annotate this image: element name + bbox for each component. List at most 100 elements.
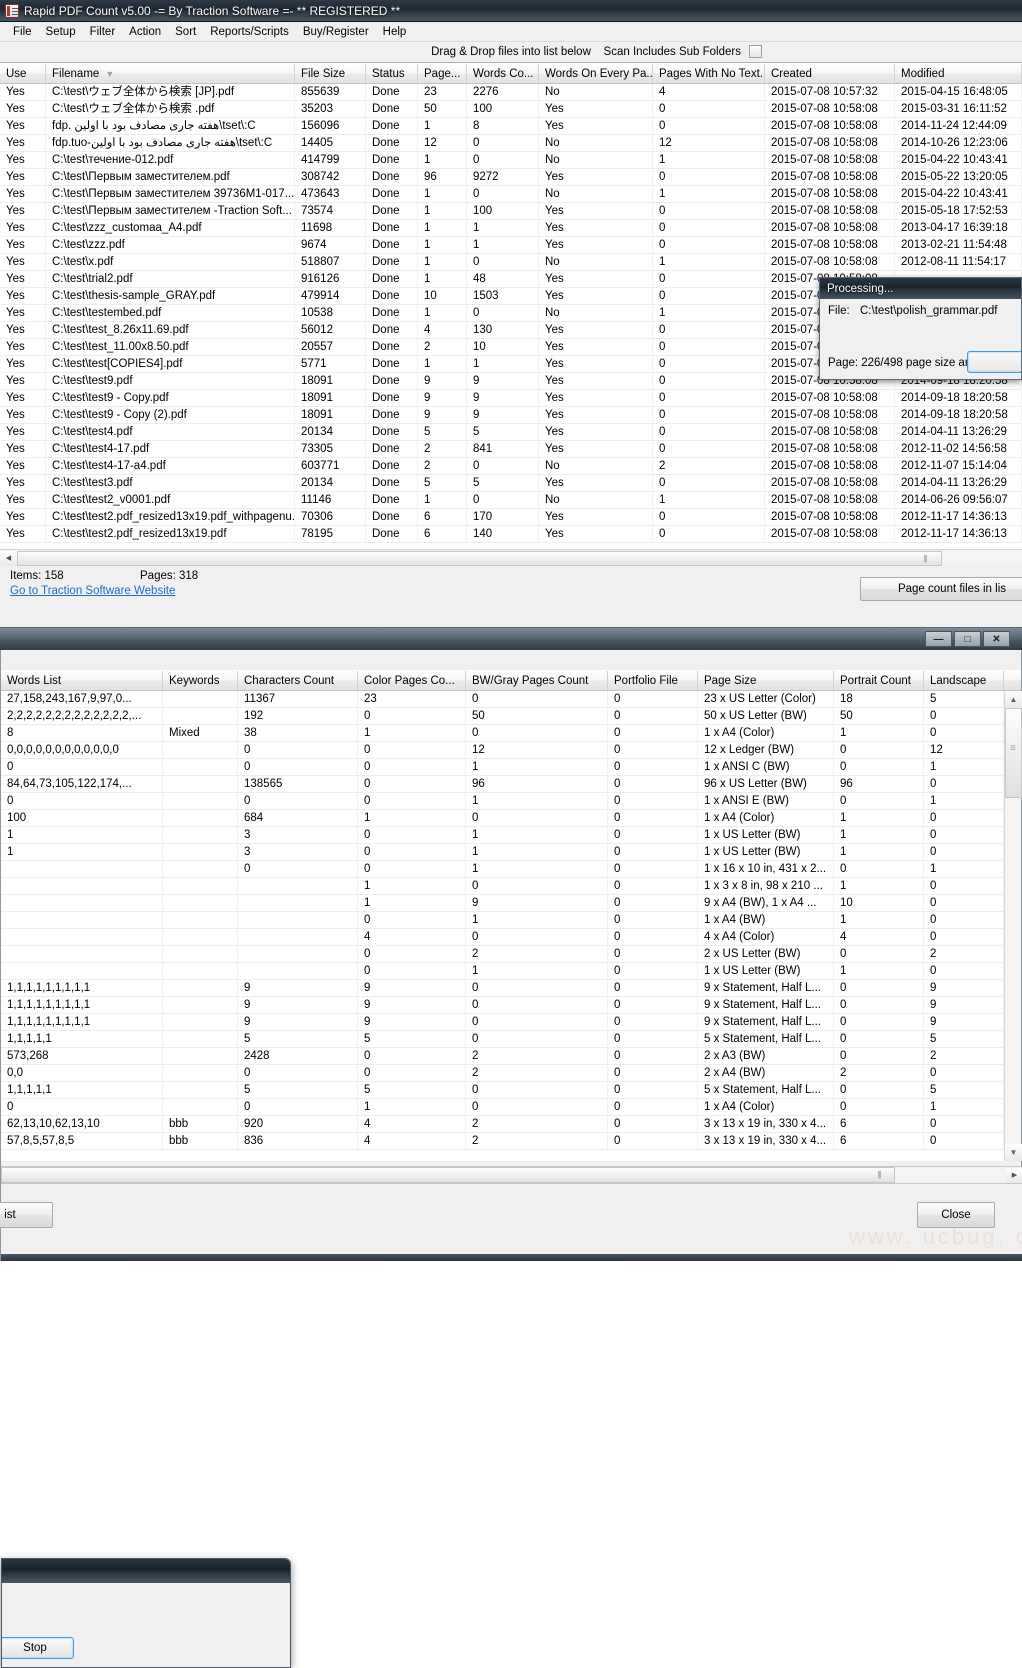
column-header-modified[interactable]: Modified [895, 64, 1022, 83]
minimize-button[interactable]: — [925, 631, 952, 647]
details-table-vscrollbar[interactable]: ▲ ▼ [1004, 691, 1021, 1161]
stop-button[interactable]: Stop [1, 1637, 74, 1659]
table-row[interactable]: 57,8,5,57,8,5bbb8364203 x 13 x 19 in, 33… [1, 1133, 1021, 1150]
table-row[interactable]: 001001 x A4 (Color)01 [1, 1099, 1021, 1116]
menu-setup[interactable]: Setup [39, 24, 83, 40]
table-row[interactable]: 1,1,1,1,1,1,1,1,199009 x Statement, Half… [1, 980, 1021, 997]
table-row[interactable]: 1,1,1,1,155005 x Statement, Half L...05 [1, 1031, 1021, 1048]
column-header-file-size[interactable]: File Size [295, 64, 366, 83]
menu-file[interactable]: File [6, 24, 39, 40]
table-row[interactable]: YesC:\test\ウェブ全体から検索 .pdf35203Done50100Y… [0, 101, 1022, 118]
details-table-hscrollbar[interactable]: ▶ [1, 1166, 1022, 1184]
table-row[interactable]: YesC:\test\x.pdf518807Done10No12015-07-0… [0, 254, 1022, 271]
table-row[interactable]: 4004 x A4 (Color)40 [1, 929, 1021, 946]
table-row[interactable]: 0,000202 x A4 (BW)20 [1, 1065, 1021, 1082]
table-row[interactable]: 8Mixed381001 x A4 (Color)10 [1, 725, 1021, 742]
maximize-button[interactable]: □ [954, 631, 981, 647]
table-row[interactable]: YesC:\test\ウェブ全体から検索 [JP].pdf855639Done2… [0, 84, 1022, 101]
window1-titlebar[interactable]: Rapid PDF Count v5.00 -= By Traction Sof… [0, 0, 1022, 22]
table-row[interactable]: 84,64,73,105,122,174,...138565096096 x U… [1, 776, 1021, 793]
table-row[interactable]: 573,26824280202 x A3 (BW)02 [1, 1048, 1021, 1065]
table-row[interactable]: 1001 x 3 x 8 in, 98 x 210 ...10 [1, 878, 1021, 895]
vscroll-down-arrow-icon[interactable]: ▼ [1005, 1144, 1022, 1161]
column-header-words-count[interactable]: Words Co... [467, 64, 539, 83]
vscroll-up-arrow-icon[interactable]: ▲ [1005, 691, 1022, 708]
table-row[interactable]: YesC:\test\test2.pdf_resized13x19.pdf781… [0, 526, 1022, 543]
table-row[interactable]: 1006841001 x A4 (Color)10 [1, 810, 1021, 827]
table-row[interactable]: 1,1,1,1,155005 x Statement, Half L...05 [1, 1082, 1021, 1099]
stop-dialog-titlebar[interactable] [2, 1559, 290, 1583]
table-row[interactable]: 0,0,0,0,0,0,0,0,0,0,0,00012012 x Ledger … [1, 742, 1021, 759]
table-row[interactable]: YesC:\test\Первым заместителем.pdf308742… [0, 169, 1022, 186]
vscroll-thumb[interactable] [1005, 708, 1022, 798]
column-header-portfolio-file[interactable]: Portfolio File [608, 671, 698, 690]
details-hscroll-thumb[interactable] [1, 1167, 895, 1183]
column-header-bw-gray-pages-count[interactable]: BW/Gray Pages Count [466, 671, 608, 690]
table-cell-port: 0 [608, 861, 698, 877]
column-header-words-on-every-page[interactable]: Words On Every Pa... [539, 64, 653, 83]
table-row[interactable]: 1,1,1,1,1,1,1,1,199009 x Statement, Half… [1, 997, 1021, 1014]
table-cell-use: Yes [0, 135, 46, 151]
table-row[interactable]: YesC:\test\test9 - Copy.pdf18091Done99Ye… [0, 390, 1022, 407]
table-row[interactable]: 62,13,10,62,13,10bbb9204203 x 13 x 19 in… [1, 1116, 1021, 1133]
table-row[interactable]: YesC:\test\test9 - Copy (2).pdf18091Done… [0, 407, 1022, 424]
table-row[interactable]: 1909 x A4 (BW), 1 x A4 ...100 [1, 895, 1021, 912]
column-header-page-size[interactable]: Page Size [698, 671, 834, 690]
hscroll-thumb[interactable] [17, 551, 942, 566]
column-header-pages[interactable]: Page... [418, 64, 467, 83]
list-button[interactable]: ist [0, 1202, 53, 1228]
hscroll-left-arrow-icon[interactable]: ◀ [0, 551, 17, 566]
table-row[interactable]: 27,158,243,167,9,97,0...11367230023 x US… [1, 691, 1021, 708]
table-row[interactable]: 00101 x 16 x 10 in, 431 x 2...01 [1, 861, 1021, 878]
column-header-words-list[interactable]: Words List [1, 671, 163, 690]
column-header-filename[interactable]: Filename▼ [46, 64, 295, 83]
table-row[interactable]: YesC:\test\test4-17.pdf73305Done2841Yes0… [0, 441, 1022, 458]
table-row[interactable]: YesC:\test\test2_v0001.pdf11146Done10No1… [0, 492, 1022, 509]
file-table-hscrollbar[interactable]: ◀ [0, 549, 1022, 566]
menu-sort[interactable]: Sort [168, 24, 203, 40]
table-row[interactable]: 2,2,2,2,2,2,2,2,2,2,2,2,2,...192050050 x… [1, 708, 1021, 725]
column-header-pages-with-no-text[interactable]: Pages With No Text... [653, 64, 765, 83]
table-row[interactable]: 000101 x ANSI C (BW)01 [1, 759, 1021, 776]
table-row[interactable]: 130101 x US Letter (BW)10 [1, 827, 1021, 844]
menu-action[interactable]: Action [122, 24, 168, 40]
scan-subfolders-checkbox[interactable] [749, 45, 762, 58]
menu-filter[interactable]: Filter [83, 24, 123, 40]
table-row[interactable]: YesC:\test\zzz_customaa_A4.pdf11698Done1… [0, 220, 1022, 237]
table-row[interactable]: YesC:\test\test3.pdf20134Done55Yes02015-… [0, 475, 1022, 492]
page-count-button[interactable]: Page count files in lis [860, 577, 1022, 601]
table-row[interactable]: 1,1,1,1,1,1,1,1,199009 x Statement, Half… [1, 1014, 1021, 1031]
menu-reports-scripts[interactable]: Reports/Scripts [203, 24, 296, 40]
table-row[interactable]: YesC:\test\Первым заместителем -Traction… [0, 203, 1022, 220]
table-row[interactable]: YesC:\test\هفته جاری مصادف بود با اولین-… [0, 135, 1022, 152]
column-header-portrait-count[interactable]: Portrait Count [834, 671, 924, 690]
details-hscroll-right-arrow-icon[interactable]: ▶ [1006, 1168, 1022, 1183]
table-row[interactable]: YesC:\test\test2.pdf_resized13x19.pdf_wi… [0, 509, 1022, 526]
column-header-characters-count[interactable]: Characters Count [238, 671, 358, 690]
close-window-button[interactable]: ✕ [983, 631, 1010, 647]
details-hscroll-track[interactable] [1, 1167, 1006, 1183]
hscroll-track[interactable] [17, 551, 1022, 566]
close-button[interactable]: Close [917, 1202, 995, 1228]
column-header-keywords[interactable]: Keywords [163, 671, 238, 690]
processing-dialog-button[interactable] [967, 351, 1022, 373]
table-row[interactable]: 0202 x US Letter (BW)02 [1, 946, 1021, 963]
column-header-color-pages-count[interactable]: Color Pages Co... [358, 671, 466, 690]
menu-help[interactable]: Help [376, 24, 414, 40]
traction-website-link[interactable]: Go to Traction Software Website [10, 585, 175, 597]
table-row[interactable]: 0101 x US Letter (BW)10 [1, 963, 1021, 980]
column-header-created[interactable]: Created [765, 64, 895, 83]
table-row[interactable]: 000101 x ANSI E (BW)01 [1, 793, 1021, 810]
table-row[interactable]: YesC:\test\هفته جاری مصادف بود با اولین … [0, 118, 1022, 135]
table-row[interactable]: YesC:\test\zzz.pdf9674Done11Yes02015-07-… [0, 237, 1022, 254]
table-row[interactable]: YesC:\test\течение-012.pdf414799Done10No… [0, 152, 1022, 169]
column-header-landscape-count[interactable]: Landscape [924, 671, 1004, 690]
table-row[interactable]: 0101 x A4 (BW)10 [1, 912, 1021, 929]
column-header-status[interactable]: Status [366, 64, 418, 83]
menu-buy-register[interactable]: Buy/Register [296, 24, 376, 40]
table-row[interactable]: YesC:\test\Первым заместителем 39736M1-0… [0, 186, 1022, 203]
table-row[interactable]: YesC:\test\test4.pdf20134Done55Yes02015-… [0, 424, 1022, 441]
table-row[interactable]: 130101 x US Letter (BW)10 [1, 844, 1021, 861]
column-header-use[interactable]: Use [0, 64, 46, 83]
table-row[interactable]: YesC:\test\test4-17-a4.pdf603771Done20No… [0, 458, 1022, 475]
